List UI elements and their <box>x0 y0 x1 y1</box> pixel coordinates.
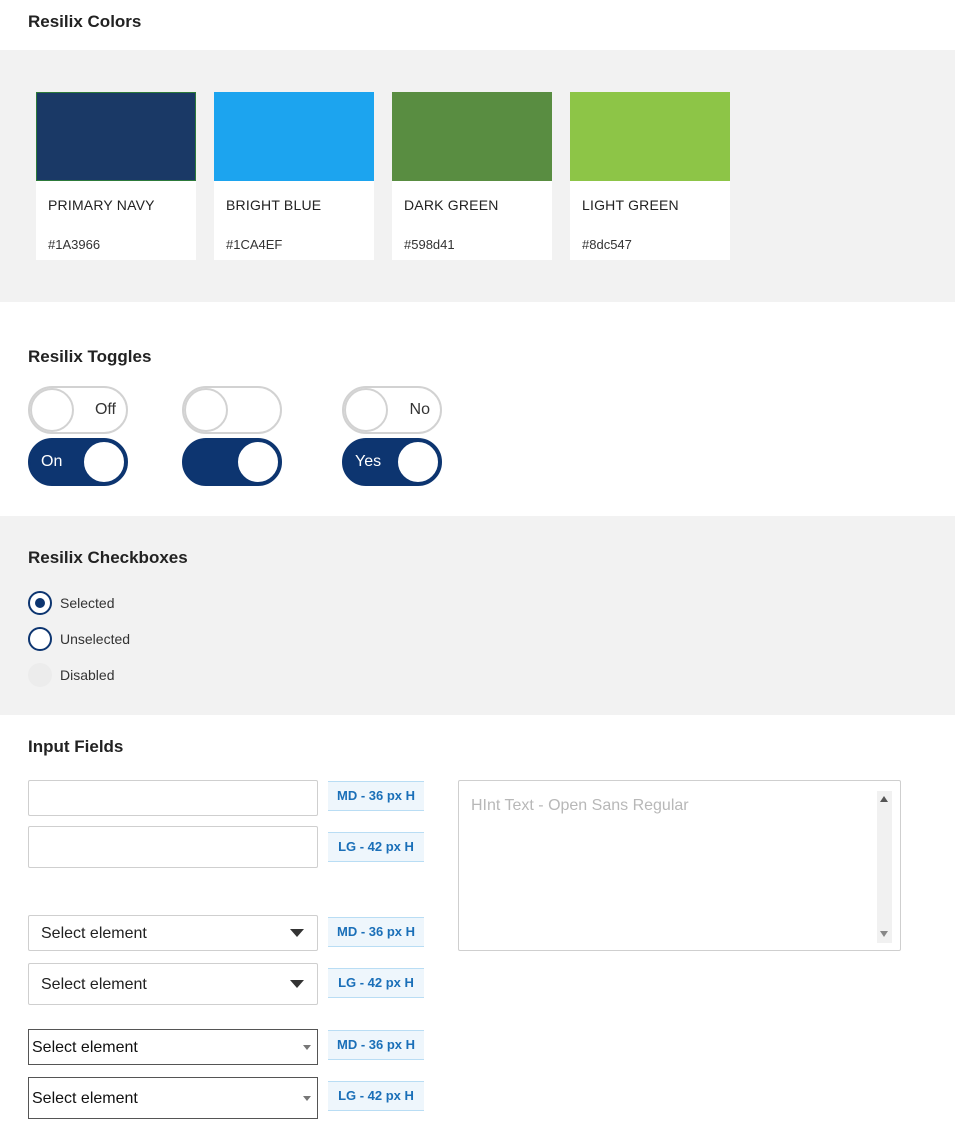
radio-label: Unselected <box>60 631 131 647</box>
color-chip <box>570 92 730 181</box>
toggle-label: No <box>409 401 430 418</box>
caret-down-icon <box>290 929 304 937</box>
radio-label: Disabled <box>60 667 115 683</box>
select-value: Select element <box>32 1090 138 1107</box>
textarea-scrollbar[interactable] <box>877 791 892 943</box>
text-input-lg[interactable] <box>28 826 318 868</box>
select-native-md[interactable]: Select element <box>28 1029 318 1065</box>
swatch-hex: #1CA4EF <box>226 237 283 252</box>
checkboxes-panel <box>0 516 955 715</box>
select-value: Select element <box>32 1039 138 1056</box>
toggle-knob <box>344 388 388 432</box>
toggle-label: Off <box>94 401 116 418</box>
caret-down-icon <box>290 980 304 988</box>
swatch-light-green: LIGHT GREEN #8dc547 <box>570 92 730 260</box>
color-chip <box>214 92 374 181</box>
size-tag-lg: LG - 42 px H <box>328 1081 424 1111</box>
inputs-title: Input Fields <box>28 737 124 756</box>
colors-panel: PRIMARY NAVY #1A3966 BRIGHT BLUE #1CA4EF… <box>0 50 955 302</box>
swatch-hex: #1A3966 <box>48 237 101 252</box>
size-tag-lg: LG - 42 px H <box>328 832 424 862</box>
radio-disabled-row: Disabled <box>28 663 114 687</box>
color-chip <box>392 92 552 181</box>
toggle-yes-no-checked[interactable]: Yes <box>342 438 442 486</box>
toggle-knob <box>396 440 440 484</box>
swatch-primary-navy: PRIMARY NAVY #1A3966 <box>36 92 196 260</box>
select-native-lg[interactable]: Select element <box>28 1077 318 1119</box>
size-tag-md: MD - 36 px H <box>328 781 424 811</box>
swatch-hex: #8dc547 <box>582 237 632 252</box>
swatch-dark-green: DARK GREEN #598d41 <box>392 92 552 260</box>
checkboxes-title: Resilix Checkboxes <box>28 548 188 567</box>
radio-selected[interactable] <box>28 591 52 615</box>
swatch-name: PRIMARY NAVY <box>48 197 155 213</box>
radio-label: Selected <box>60 595 115 611</box>
size-tag-lg: LG - 42 px H <box>328 968 424 998</box>
toggle-knob <box>184 388 228 432</box>
color-chip <box>36 92 196 181</box>
toggle-knob <box>30 388 74 432</box>
select-value: Select element <box>41 976 147 993</box>
radio-disabled <box>28 663 52 687</box>
textarea[interactable]: HInt Text - Open Sans Regular <box>458 780 901 951</box>
size-tag-md: MD - 36 px H <box>328 917 424 947</box>
radio-unselected[interactable] <box>28 627 52 651</box>
swatch-name: DARK GREEN <box>404 197 499 213</box>
select-styled-md[interactable]: Select element <box>28 915 318 951</box>
toggle-label: Yes <box>355 453 382 470</box>
swatch-name: LIGHT GREEN <box>582 197 679 213</box>
toggle-label: On <box>41 453 63 470</box>
swatch-hex: #598d41 <box>404 237 455 252</box>
swatch-bright-blue: BRIGHT BLUE #1CA4EF <box>214 92 374 260</box>
radio-unselected-row[interactable]: Unselected <box>28 627 130 651</box>
toggle-on-off-checked[interactable]: On <box>28 438 128 486</box>
toggle-knob <box>82 440 126 484</box>
toggle-on-off-unchecked[interactable]: Off <box>28 386 128 434</box>
toggle-plain-unchecked[interactable] <box>182 386 282 434</box>
toggle-knob <box>236 440 280 484</box>
scroll-up-icon[interactable] <box>880 796 888 802</box>
text-input-md[interactable] <box>28 780 318 816</box>
caret-down-icon <box>303 1096 311 1101</box>
swatch-name: BRIGHT BLUE <box>226 197 322 213</box>
scroll-down-icon[interactable] <box>880 931 888 937</box>
radio-selected-row[interactable]: Selected <box>28 591 114 615</box>
toggle-plain-checked[interactable] <box>182 438 282 486</box>
toggle-yes-no-unchecked[interactable]: No <box>342 386 442 434</box>
size-tag-md: MD - 36 px H <box>328 1030 424 1060</box>
toggles-title: Resilix Toggles <box>28 347 152 366</box>
colors-title: Resilix Colors <box>28 12 142 31</box>
caret-down-icon <box>303 1045 311 1050</box>
select-styled-lg[interactable]: Select element <box>28 963 318 1005</box>
select-value: Select element <box>41 925 147 942</box>
textarea-hint: HInt Text - Open Sans Regular <box>471 797 689 814</box>
